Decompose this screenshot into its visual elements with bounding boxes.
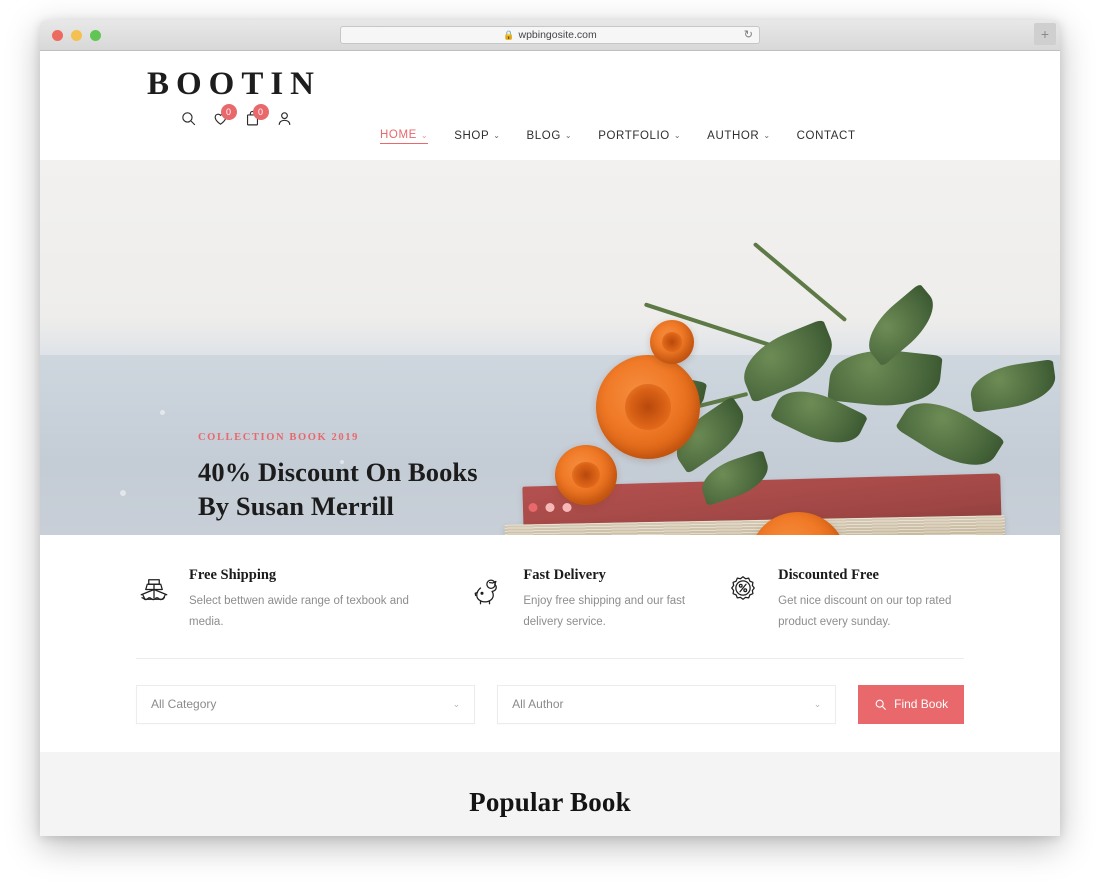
browser-window: 🔒 wpbingosite.com ↻ + BOOTIN 0 0 HOME ⌄ … [40,20,1060,836]
chevron-down-icon: ⌄ [813,698,822,709]
hero-title-line-1: 40% Discount On Books [198,457,478,487]
new-tab-button[interactable]: + [1034,23,1056,45]
address-bar-url: wpbingosite.com [518,29,597,41]
carousel-dot-3[interactable] [562,503,572,512]
cart-count-badge: 0 [252,104,269,120]
nav-item-author-label: AUTHOR [707,129,760,142]
discount-badge-icon [725,573,761,609]
carousel-dots [528,503,572,512]
ship-icon [136,573,172,609]
piggy-bank-icon [470,573,506,609]
service-free-shipping: Free Shipping Select bettwen awide range… [136,567,470,634]
header-icon-row: 0 0 [134,104,334,127]
author-select[interactable]: All Author ⌄ [497,684,837,724]
book-search-bar: All Category ⌄ All Author ⌄ Find Book [40,659,1060,724]
nav-item-home-label: HOME [380,129,417,141]
nav-item-contact[interactable]: CONTACT [797,130,856,144]
nav-item-portfolio[interactable]: PORTFOLIO ⌄ [598,130,681,144]
nav-item-author[interactable]: AUTHOR ⌄ [707,130,770,144]
nav-item-blog[interactable]: BLOG ⌄ [527,130,573,144]
reload-icon[interactable]: ↻ [744,29,753,41]
wishlist-heart-icon[interactable]: 0 [212,104,237,127]
service-text: Select bettwen awide range of texbook an… [189,595,409,629]
find-book-button-label: Find Book [894,697,949,712]
address-bar[interactable]: 🔒 wpbingosite.com ↻ [340,26,760,44]
nav-item-home[interactable]: HOME ⌄ [380,129,429,144]
hero-background-image [40,160,1060,535]
hero-title-line-2: By Susan Merrill [198,491,394,522]
search-icon[interactable] [180,110,197,127]
wishlist-count-badge: 0 [220,104,237,120]
minimize-window-button[interactable] [71,29,82,41]
find-book-button[interactable]: Find Book [858,684,964,724]
cart-bag-icon[interactable]: 0 [244,104,269,127]
author-select-value: All Author [512,697,564,712]
service-features: Free Shipping Select bettwen awide range… [40,535,1060,634]
service-fast-delivery: Fast Delivery Enjoy free shipping and ou… [470,567,725,634]
chevron-down-icon: ⌄ [452,698,461,709]
service-text: Enjoy free shipping and our fast deliver… [523,595,686,629]
category-select[interactable]: All Category ⌄ [136,684,476,724]
service-text: Get nice discount on our top rated produ… [778,595,952,629]
chevron-down-icon: ⌄ [564,131,573,140]
hero-title: 40% Discount On Books By Susan Merrill [198,455,478,524]
carousel-dot-2[interactable] [545,503,555,512]
chevron-down-icon: ⌄ [420,130,429,140]
service-title: Discounted Free [778,567,879,583]
chevron-down-icon: ⌄ [493,131,501,140]
window-controls [52,29,101,41]
account-user-icon[interactable] [276,110,293,127]
brand-block: BOOTIN 0 0 [134,68,334,127]
lock-icon: 🔒 [503,29,515,40]
nav-item-blog-label: BLOG [526,129,561,142]
category-select-value: All Category [151,697,217,712]
main-navigation: HOME ⌄ SHOP ⌄ BLOG ⌄ PORTFOLIO ⌄ AUTHOR [380,129,856,144]
service-discounted-free: Discounted Free Get nice discount on our… [725,567,964,634]
close-window-button[interactable] [52,29,63,41]
popular-book-heading: Popular Book [469,786,631,817]
search-icon [874,698,887,711]
service-title: Fast Delivery [523,567,606,583]
hero-slider: COLLECTION BOOK 2019 40% Discount On Boo… [40,160,1060,535]
chevron-down-icon: ⌄ [673,131,682,140]
screenshot-root: 🔒 wpbingosite.com ↻ + BOOTIN 0 0 HOME ⌄ … [0,0,1100,894]
nav-item-shop-label: SHOP [454,129,490,142]
browser-chrome: 🔒 wpbingosite.com ↻ + [40,20,1060,51]
site-header: BOOTIN 0 0 HOME ⌄ SHOP ⌄ BLOG ⌄ PORTFOLI… [40,51,1060,160]
service-title: Free Shipping [189,567,277,583]
maximize-window-button[interactable] [90,29,101,41]
nav-item-shop[interactable]: SHOP ⌄ [454,130,500,144]
popular-book-section: Popular Book [40,751,1060,836]
hero-eyebrow: COLLECTION BOOK 2019 [198,432,359,443]
nav-item-portfolio-label: PORTFOLIO [598,129,670,142]
site-logo[interactable]: BOOTIN [134,68,334,101]
nav-item-contact-label: CONTACT [796,129,856,142]
carousel-dot-1[interactable] [528,503,538,512]
hero-copy: COLLECTION BOOK 2019 40% Discount On Boo… [198,432,478,535]
chevron-down-icon: ⌄ [763,131,771,140]
